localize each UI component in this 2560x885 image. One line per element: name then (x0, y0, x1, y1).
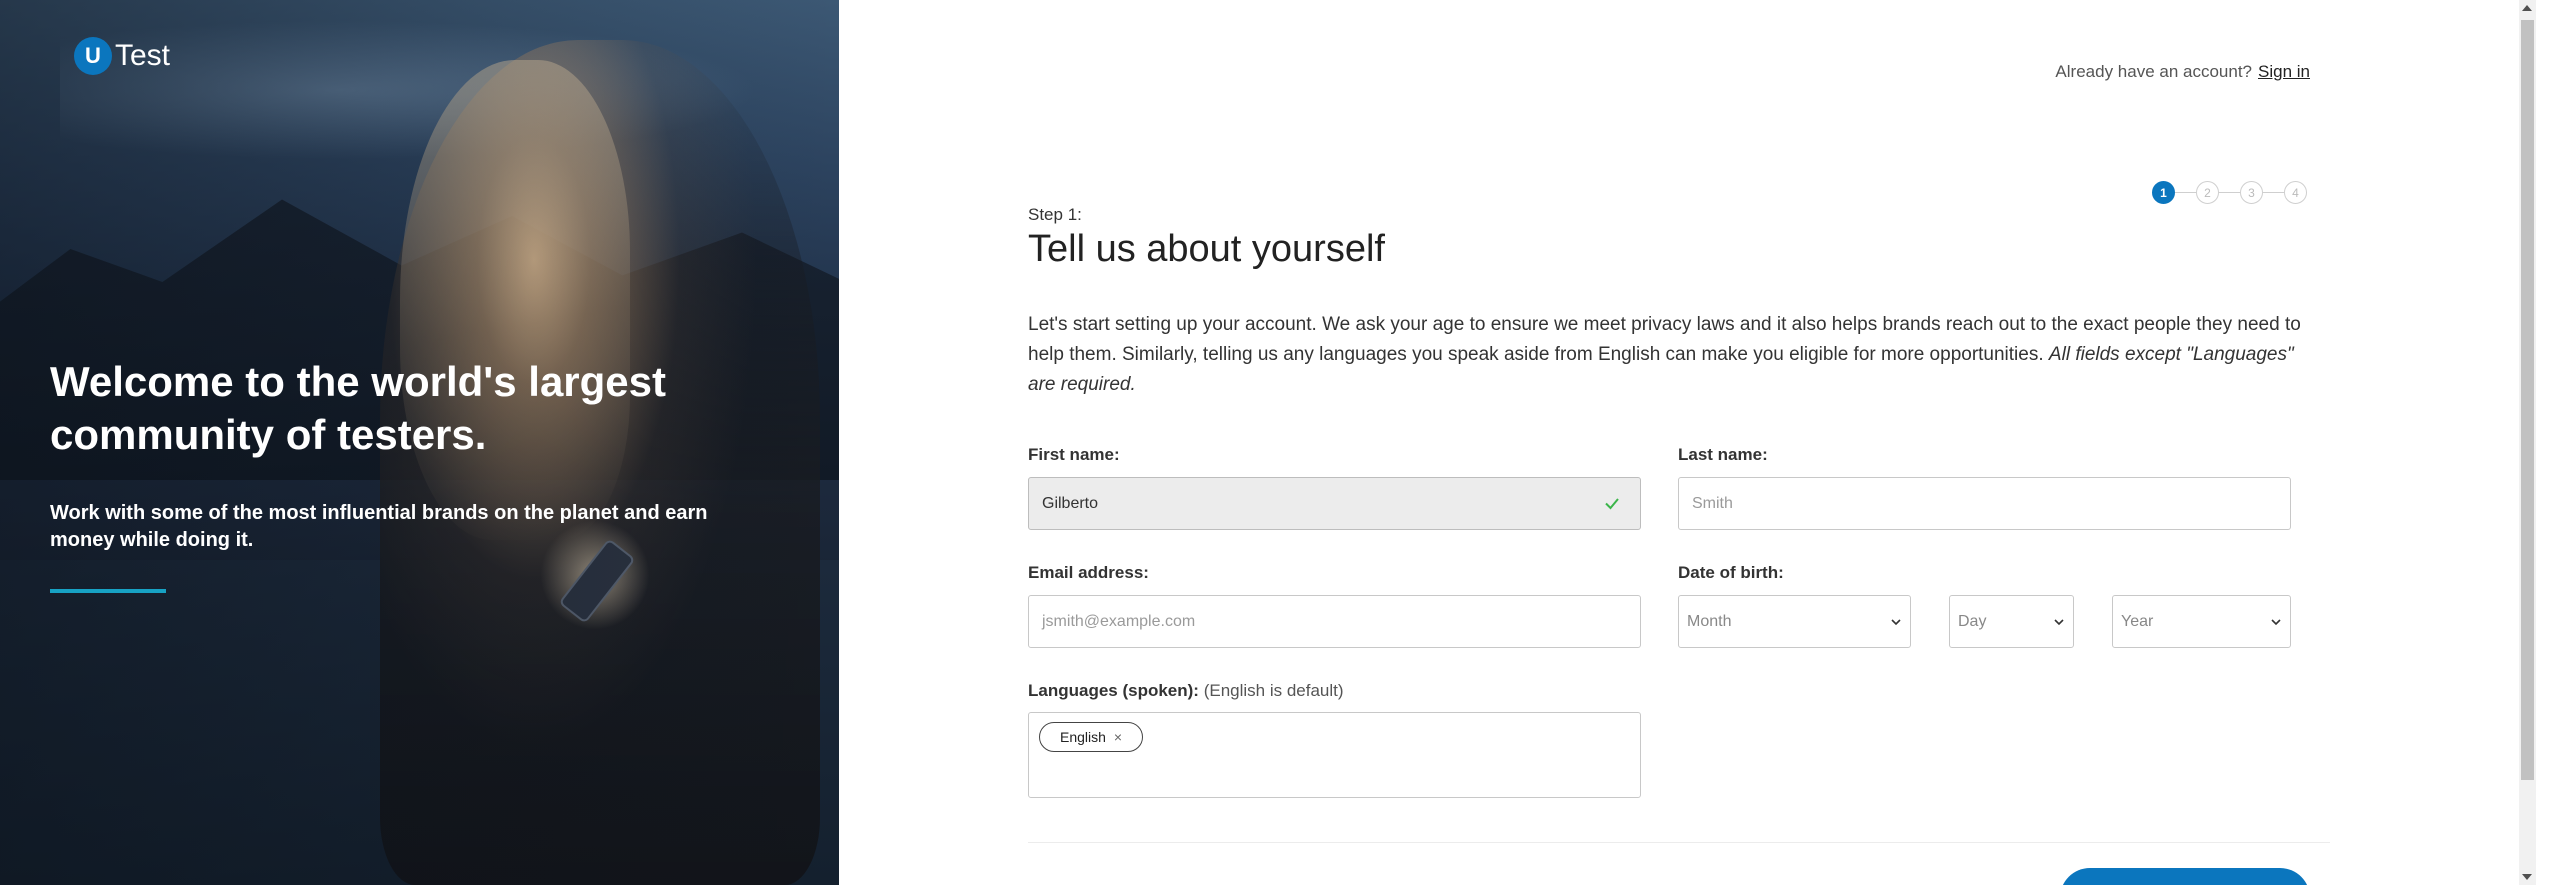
chevron-down-icon (1891, 619, 1901, 626)
utest-logo[interactable]: U Test (74, 37, 170, 75)
chevron-down-icon (2271, 619, 2281, 626)
dob-month-select[interactable]: Month (1678, 595, 1911, 648)
remove-tag-icon[interactable]: × (1114, 729, 1122, 745)
dob-year-value: Year (2121, 612, 2154, 630)
dob-month-value: Month (1687, 612, 1732, 630)
hero-subtitle: Work with some of the most influential b… (50, 502, 708, 551)
email-label: Email address: (1028, 563, 1149, 582)
form-divider (1028, 842, 2330, 843)
step-1: 1 (2152, 181, 2175, 204)
scroll-up-arrow-icon[interactable] (2522, 5, 2532, 11)
first-name-value: Gilberto (1042, 494, 1099, 512)
scroll-thumb[interactable] (2521, 20, 2534, 780)
step-label: Step 1: (1028, 205, 1082, 224)
languages-hint: (English is default) (1203, 681, 1344, 700)
progress-stepper: 1 2 3 4 (2152, 181, 2307, 204)
logo-text: Test (115, 39, 171, 72)
email-placeholder: jsmith@example.com (1042, 612, 1196, 630)
languages-label-text: Languages (spoken): (1028, 681, 1199, 700)
language-tag-label: English (1060, 729, 1106, 745)
dob-year-select[interactable]: Year (2112, 595, 2291, 648)
signin-prompt-text: Already have an account? (2055, 62, 2253, 81)
hero-accent-bar (50, 589, 166, 593)
email-field[interactable]: jsmith@example.com (1028, 595, 1641, 648)
last-name-label: Last name: (1678, 445, 1768, 464)
step-connector (2175, 191, 2196, 194)
last-name-field[interactable]: Smith (1678, 477, 2291, 530)
dob-day-value: Day (1958, 612, 1987, 630)
languages-input[interactable]: English × (1028, 712, 1641, 798)
next-button[interactable] (2060, 868, 2310, 885)
first-name-label: First name: (1028, 445, 1120, 464)
hero-title: Welcome to the world's largest community… (50, 358, 667, 458)
page-title: Tell us about yourself (1028, 228, 1385, 270)
step-connector (2263, 191, 2284, 194)
signin-link[interactable]: Sign in (2258, 62, 2310, 81)
dob-day-select[interactable]: Day (1949, 595, 2074, 648)
intro-text: Let's start setting up your account. We … (1028, 310, 2310, 400)
dob-label: Date of birth: (1678, 563, 1784, 582)
first-name-field[interactable]: Gilberto (1028, 477, 1641, 530)
check-icon (1605, 498, 1619, 510)
page-scrollbar[interactable] (2519, 0, 2536, 885)
language-tag: English × (1039, 722, 1144, 752)
signin-prompt: Already have an account? Sign in (2055, 62, 2310, 82)
last-name-placeholder: Smith (1692, 494, 1733, 512)
languages-label: Languages (spoken): (English is default) (1028, 681, 1344, 701)
step-4: 4 (2284, 181, 2307, 204)
logo-mark: U (74, 37, 112, 75)
step-connector (2219, 191, 2240, 194)
step-3: 3 (2240, 181, 2263, 204)
hero-panel: U Test Welcome to the world's largest co… (0, 0, 839, 885)
step-2: 2 (2196, 181, 2219, 204)
chevron-down-icon (2054, 619, 2064, 626)
scroll-down-arrow-icon[interactable] (2522, 874, 2532, 880)
